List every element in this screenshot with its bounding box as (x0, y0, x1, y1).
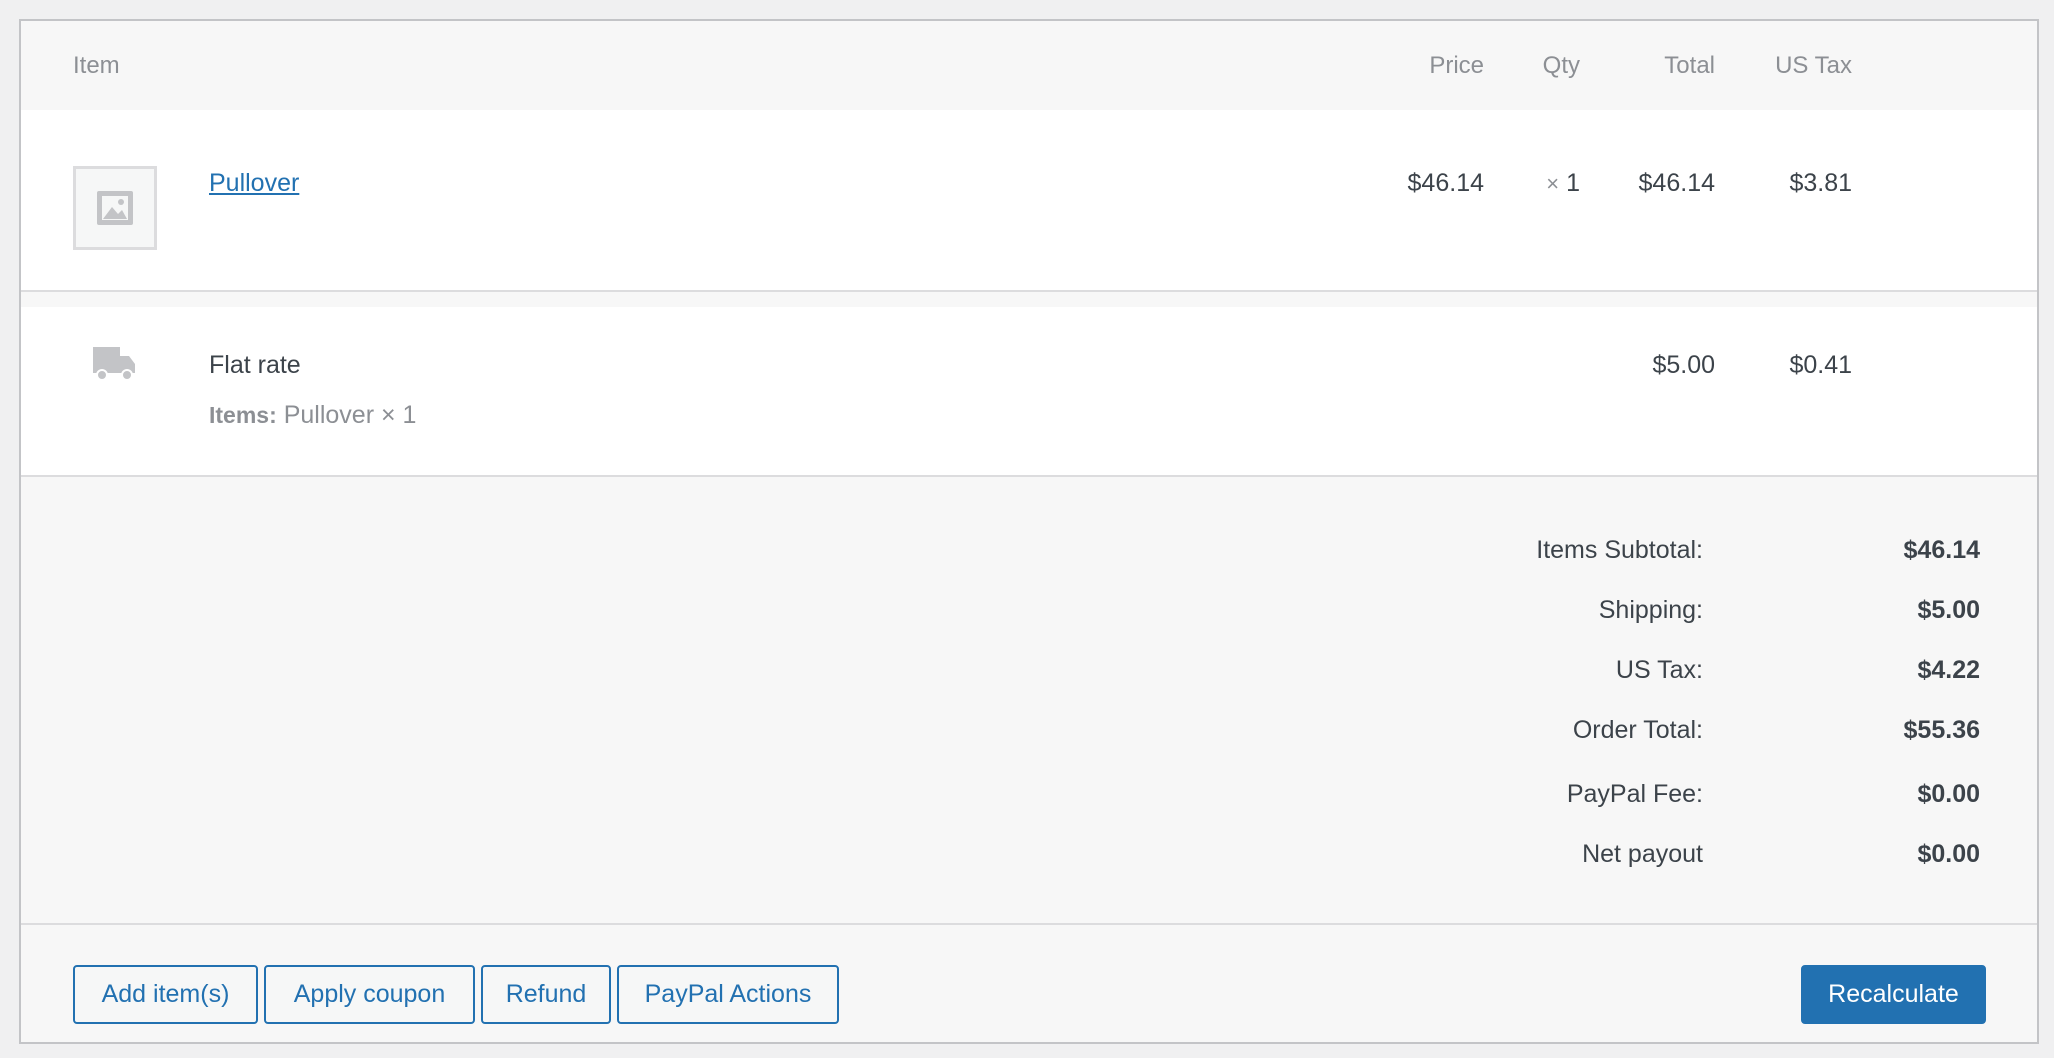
line-item-qty: × 1 (1546, 167, 1580, 200)
items-subtotal-value: $46.14 (1903, 536, 1980, 564)
shipping-tax: $0.41 (1789, 351, 1852, 379)
product-link[interactable]: Pullover (209, 167, 299, 199)
shipping-items-meta: Items: Pullover × 1 (209, 399, 416, 431)
apply-coupon-button[interactable]: Apply coupon (264, 965, 475, 1024)
tax-total-label: US Tax: (1615, 656, 1703, 684)
column-header-price: Price (1429, 52, 1484, 79)
shipping-items-label: Items: (209, 402, 277, 428)
paypal-fee-label: PayPal Fee: (1566, 780, 1703, 808)
column-header-tax: US Tax (1775, 52, 1852, 79)
shipping-total: $5.00 (1652, 351, 1715, 379)
add-items-button[interactable]: Add item(s) (73, 965, 258, 1024)
order-items-panel: Item Price Qty Total US Tax Pullover $46… (19, 19, 2039, 1044)
column-header-total: Total (1664, 52, 1715, 79)
net-payout-label: Net payout (1582, 840, 1703, 868)
line-item-tax: $3.81 (1789, 169, 1852, 197)
items-table-header: Item Price Qty Total US Tax (21, 21, 2037, 110)
refund-button[interactable]: Refund (481, 965, 611, 1024)
shipping-items-value: Pullover × 1 (283, 401, 417, 429)
image-placeholder-icon (73, 166, 157, 250)
recalculate-button[interactable]: Recalculate (1801, 965, 1986, 1024)
row-separator (21, 292, 2037, 307)
shipping-method-name: Flat rate (209, 351, 301, 379)
shipping-total-value: $5.00 (1917, 596, 1980, 624)
line-item-price: $46.14 (1407, 169, 1484, 197)
truck-icon (93, 347, 135, 381)
order-total-value: $55.36 (1903, 716, 1980, 744)
items-subtotal-label: Items Subtotal: (1536, 536, 1703, 564)
qty-value: 1 (1566, 169, 1580, 197)
order-totals: Items Subtotal: $46.14 Shipping: $5.00 U… (21, 477, 2037, 925)
order-total-label: Order Total: (1572, 716, 1703, 744)
qty-multiplier: × (1546, 171, 1560, 196)
paypal-fee-value: $0.00 (1917, 780, 1980, 808)
shipping-row: Flat rate Items: Pullover × 1 $5.00 $0.4… (21, 307, 2037, 477)
net-payout-value: $0.00 (1917, 840, 1980, 868)
tax-total-value: $4.22 (1917, 656, 1980, 684)
line-item-total: $46.14 (1638, 169, 1715, 197)
column-header-qty: Qty (1542, 52, 1580, 79)
order-actions-bar: Add item(s) Apply coupon Refund PayPal A… (21, 925, 2037, 1042)
column-header-item: Item (73, 52, 120, 79)
line-item-row: Pullover $46.14 × 1 $46.14 $3.81 (21, 110, 2037, 292)
shipping-total-label: Shipping: (1598, 596, 1703, 624)
paypal-actions-button[interactable]: PayPal Actions (617, 965, 839, 1024)
